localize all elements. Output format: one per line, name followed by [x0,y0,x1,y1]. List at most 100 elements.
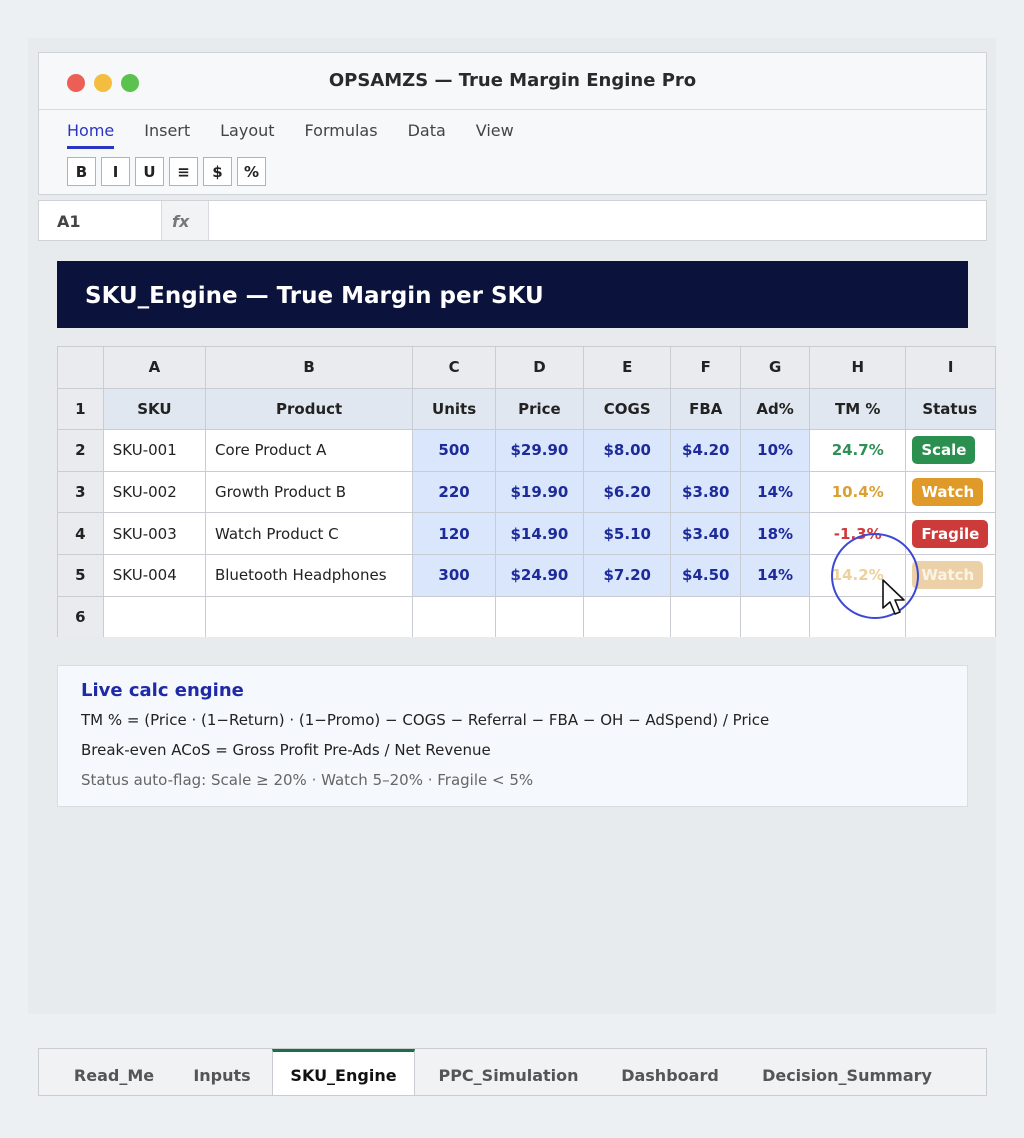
price-cell[interactable]: $14.90 [494,512,584,555]
status-cell[interactable]: Fragile [905,512,996,555]
menu-layout[interactable]: Layout [220,121,274,149]
formula-input[interactable] [209,201,986,240]
tab-decision-summary[interactable]: Decision_Summary [741,1049,953,1095]
cogs-cell[interactable]: $7.20 [582,553,672,597]
menu-insert[interactable]: Insert [144,121,190,149]
row-header[interactable]: 6 [57,595,104,637]
empty-cell[interactable] [582,595,672,637]
header-cell-units[interactable]: Units [412,387,496,431]
format-toolbar: B I U ≡ $ % [67,157,266,186]
sku-cell[interactable]: SKU-002 [102,470,206,514]
column-header-i[interactable]: I [905,346,996,389]
column-header-e[interactable]: E [582,346,672,389]
cogs-cell[interactable]: $5.10 [582,512,672,555]
select-all-corner[interactable] [57,346,104,389]
ad-percent-cell[interactable]: 18% [740,512,811,555]
menu-view[interactable]: View [476,121,514,149]
formula-bar: A1 fx [38,200,987,241]
app-title: OPSAMZS — True Margin Engine Pro [328,70,697,91]
column-header-g[interactable]: G [740,346,811,389]
menu-data[interactable]: Data [408,121,446,149]
italic-button[interactable]: I [101,157,130,186]
menu-home[interactable]: Home [67,121,115,149]
product-cell[interactable]: Watch Product C [204,512,414,555]
column-header-b[interactable]: B [204,346,414,389]
tm-percent-cell[interactable]: 24.7% [809,429,907,472]
status-badge: Watch [912,561,984,590]
ad-percent-cell[interactable]: 14% [740,470,811,514]
header-cell-product[interactable]: Product [204,387,414,431]
table-row: 5 SKU-004 Bluetooth Headphones 300 $24.9… [57,553,996,597]
tab-sku-engine[interactable]: SKU_Engine [272,1049,415,1095]
header-cell-sku[interactable]: SKU [102,387,206,431]
ad-percent-cell[interactable]: 10% [740,429,811,472]
price-cell[interactable]: $19.90 [494,470,584,514]
header-cell-ad-percent[interactable]: Ad% [740,387,811,431]
empty-cell[interactable] [412,595,496,637]
column-header-f[interactable]: F [670,346,742,389]
underline-button[interactable]: U [135,157,164,186]
price-cell[interactable]: $24.90 [494,553,584,597]
row-header[interactable]: 4 [57,512,104,555]
spreadsheet-grid: A B C D E F G H I 1 SKU Product Units Pr… [57,346,996,637]
ad-percent-cell[interactable]: 14% [740,553,811,597]
cogs-cell[interactable]: $6.20 [582,470,672,514]
column-header-a[interactable]: A [102,346,206,389]
menu-formulas[interactable]: Formulas [305,121,378,149]
row-header[interactable]: 2 [57,429,104,472]
column-header-d[interactable]: D [494,346,584,389]
empty-cell[interactable] [204,595,414,637]
header-cell-tm-percent[interactable]: TM % [809,387,907,431]
product-cell[interactable]: Bluetooth Headphones [204,553,414,597]
product-cell[interactable]: Growth Product B [204,470,414,514]
units-cell[interactable]: 500 [412,429,496,472]
status-cell[interactable]: Watch [905,470,996,514]
header-cell-status[interactable]: Status [905,387,996,431]
fba-cell[interactable]: $4.20 [670,429,742,472]
product-cell[interactable]: Core Product A [204,429,414,472]
calc-panel-title: Live calc engine [81,680,244,701]
empty-cell[interactable] [670,595,742,637]
units-cell[interactable]: 300 [412,553,496,597]
price-cell[interactable]: $29.90 [494,429,584,472]
sheet-banner-title: SKU_Engine — True Margin per SKU [57,261,968,328]
header-cell-price[interactable]: Price [494,387,584,431]
sku-cell[interactable]: SKU-004 [102,553,206,597]
empty-cell[interactable] [905,595,996,637]
cogs-cell[interactable]: $8.00 [582,429,672,472]
units-cell[interactable]: 120 [412,512,496,555]
status-cell[interactable]: Scale [905,429,996,472]
currency-format-button[interactable]: $ [203,157,232,186]
sku-cell[interactable]: SKU-003 [102,512,206,555]
sku-cell[interactable]: SKU-001 [102,429,206,472]
tm-percent-cell[interactable]: -1.3% [809,512,907,555]
fba-cell[interactable]: $4.50 [670,553,742,597]
units-cell[interactable]: 220 [412,470,496,514]
column-header-c[interactable]: C [412,346,496,389]
cell-reference-box[interactable]: A1 [39,201,162,240]
column-header-h[interactable]: H [809,346,907,389]
tab-inputs[interactable]: Inputs [175,1049,269,1095]
align-button[interactable]: ≡ [169,157,198,186]
status-cell[interactable]: Watch [905,553,996,597]
empty-cell[interactable] [740,595,811,637]
tm-percent-cell[interactable]: 10.4% [809,470,907,514]
header-cell-fba[interactable]: FBA [670,387,742,431]
status-badge: Fragile [912,519,989,548]
tab-dashboard[interactable]: Dashboard [602,1049,738,1095]
tab-ppc-simulation[interactable]: PPC_Simulation [417,1049,600,1095]
row-header[interactable]: 3 [57,470,104,514]
empty-cell[interactable] [102,595,206,637]
breakeven-formula-text: Break-even ACoS = Gross Profit Pre-Ads /… [81,741,491,759]
tm-formula-text: TM % = (Price · (1−Return) · (1−Promo) −… [81,711,770,729]
table-row: 2 SKU-001 Core Product A 500 $29.90 $8.0… [57,429,996,472]
row-header[interactable]: 1 [57,387,104,431]
percent-format-button[interactable]: % [237,157,266,186]
tab-read-me[interactable]: Read_Me [55,1049,173,1095]
fba-cell[interactable]: $3.80 [670,470,742,514]
fba-cell[interactable]: $3.40 [670,512,742,555]
row-header[interactable]: 5 [57,553,104,597]
bold-button[interactable]: B [67,157,96,186]
header-cell-cogs[interactable]: COGS [582,387,672,431]
empty-cell[interactable] [494,595,584,637]
